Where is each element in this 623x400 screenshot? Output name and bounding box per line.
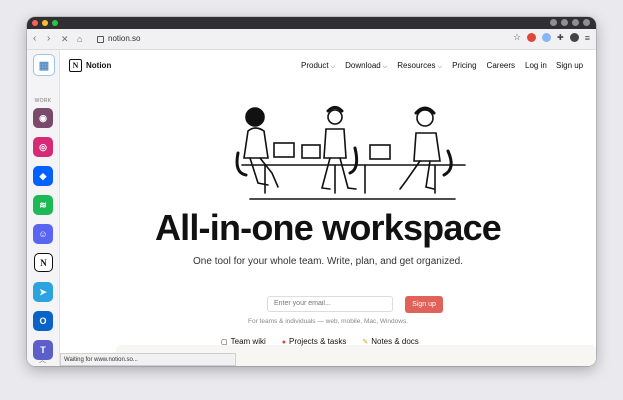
pencil-icon: ✎: [362, 339, 369, 346]
extension-icon[interactable]: [561, 19, 568, 26]
maximize-window-button[interactable]: [52, 20, 58, 26]
browser-toolbar: ‹ › ✕ ⌂ notion.so ☆ ✚ ≡: [27, 29, 596, 50]
extension-icon[interactable]: [542, 33, 552, 42]
compass-icon[interactable]: [572, 19, 579, 26]
nav-careers[interactable]: Careers: [487, 61, 515, 71]
nav-product[interactable]: Product ⌵: [301, 61, 335, 71]
spotify-icon[interactable]: ≋: [33, 195, 53, 215]
forward-icon[interactable]: ›: [47, 32, 50, 46]
nav-resources[interactable]: Resources ⌵: [397, 61, 442, 71]
profile-avatar-icon[interactable]: [569, 33, 579, 42]
notion-page: N Notion Product ⌵ Download ⌵ Resources ⌵ P…: [60, 50, 596, 366]
titlebar-icons: [550, 19, 590, 26]
lock-icon: [97, 35, 104, 43]
notion-icon[interactable]: N: [34, 253, 53, 272]
status-bar: Waiting for www.notion.so...: [60, 353, 236, 366]
outlook-icon[interactable]: O: [33, 311, 53, 331]
browser-window: ‹ › ✕ ⌂ notion.so ☆ ✚ ≡ ▦ WORK ◉ ◎ ◆ ≋ ☺…: [27, 17, 596, 366]
tab-projects-tasks[interactable]: ● Projects & tasks: [282, 337, 347, 346]
dropbox-icon[interactable]: ◆: [33, 166, 53, 186]
title-bar: [27, 17, 596, 29]
login-link[interactable]: Log in: [525, 61, 547, 70]
close-window-button[interactable]: [32, 20, 38, 26]
puzzle-icon[interactable]: ✚: [557, 33, 564, 42]
settings-icon[interactable]: [583, 19, 590, 26]
brand-name: Notion: [86, 61, 112, 70]
bookmark-star-icon[interactable]: ☆: [513, 32, 521, 43]
url-text: notion.so: [108, 34, 141, 43]
back-icon[interactable]: ‹: [33, 32, 36, 46]
address-bar[interactable]: notion.so: [97, 32, 140, 46]
top-nav: N Notion Product ⌵ Download ⌵ Resources ⌵ P…: [60, 50, 596, 80]
telegram-icon[interactable]: ➤: [33, 282, 53, 302]
discord-icon[interactable]: ☺: [33, 224, 53, 244]
nav-links: Product ⌵ Download ⌵ Resources ⌵ Pricing Ca…: [301, 61, 515, 71]
email-input[interactable]: [267, 296, 393, 312]
nav-download[interactable]: Download ⌵: [345, 61, 387, 71]
signup-link[interactable]: Sign up: [556, 61, 583, 70]
home-icon[interactable]: ⌂: [77, 32, 82, 46]
chevron-down-icon: ⌵: [437, 64, 443, 70]
extension-badge-icon[interactable]: [527, 33, 537, 42]
menu-icon[interactable]: ≡: [585, 33, 590, 43]
workspaces-icon[interactable]: ▦: [33, 54, 55, 76]
stop-loading-icon[interactable]: ✕: [61, 32, 69, 46]
platforms-note: For teams & individuals — web, mobile, M…: [247, 318, 409, 325]
notion-logo[interactable]: N Notion: [69, 59, 111, 72]
toolbar-actions: ☆ ✚ ≡: [513, 32, 590, 43]
book-icon: ▢: [221, 339, 228, 346]
signup-button[interactable]: Sign up: [405, 296, 443, 313]
extension-icon[interactable]: [550, 19, 557, 26]
feature-tabs: ▢ Team wiki ● Projects & tasks ✎ Notes & do…: [221, 337, 419, 346]
notion-logo-icon: N: [69, 59, 82, 72]
avatar-app-icon[interactable]: ◉: [33, 108, 53, 128]
hero-headline: All-in-one workspace: [154, 207, 502, 248]
chevron-down-icon: ⌵: [382, 64, 388, 70]
chevron-up-icon[interactable]: ︿: [39, 355, 46, 365]
pin-icon: ●: [281, 339, 286, 346]
minimize-window-button[interactable]: [42, 20, 48, 26]
tab-team-wiki[interactable]: ▢ Team wiki: [221, 337, 266, 346]
hero-subheadline: One tool for your whole team. Write, pla…: [193, 256, 463, 267]
nav-pricing[interactable]: Pricing: [452, 61, 476, 71]
hero-illustration: [235, 106, 466, 200]
sidebar-section-label: WORK: [34, 98, 52, 104]
chevron-down-icon: ⌵: [330, 64, 336, 70]
instagram-icon[interactable]: ◎: [33, 137, 53, 157]
tab-notes-docs[interactable]: ✎ Notes & docs: [362, 337, 418, 346]
app-sidebar: ▦ WORK ◉ ◎ ◆ ≋ ☺ N ➤ O T: [27, 50, 60, 366]
